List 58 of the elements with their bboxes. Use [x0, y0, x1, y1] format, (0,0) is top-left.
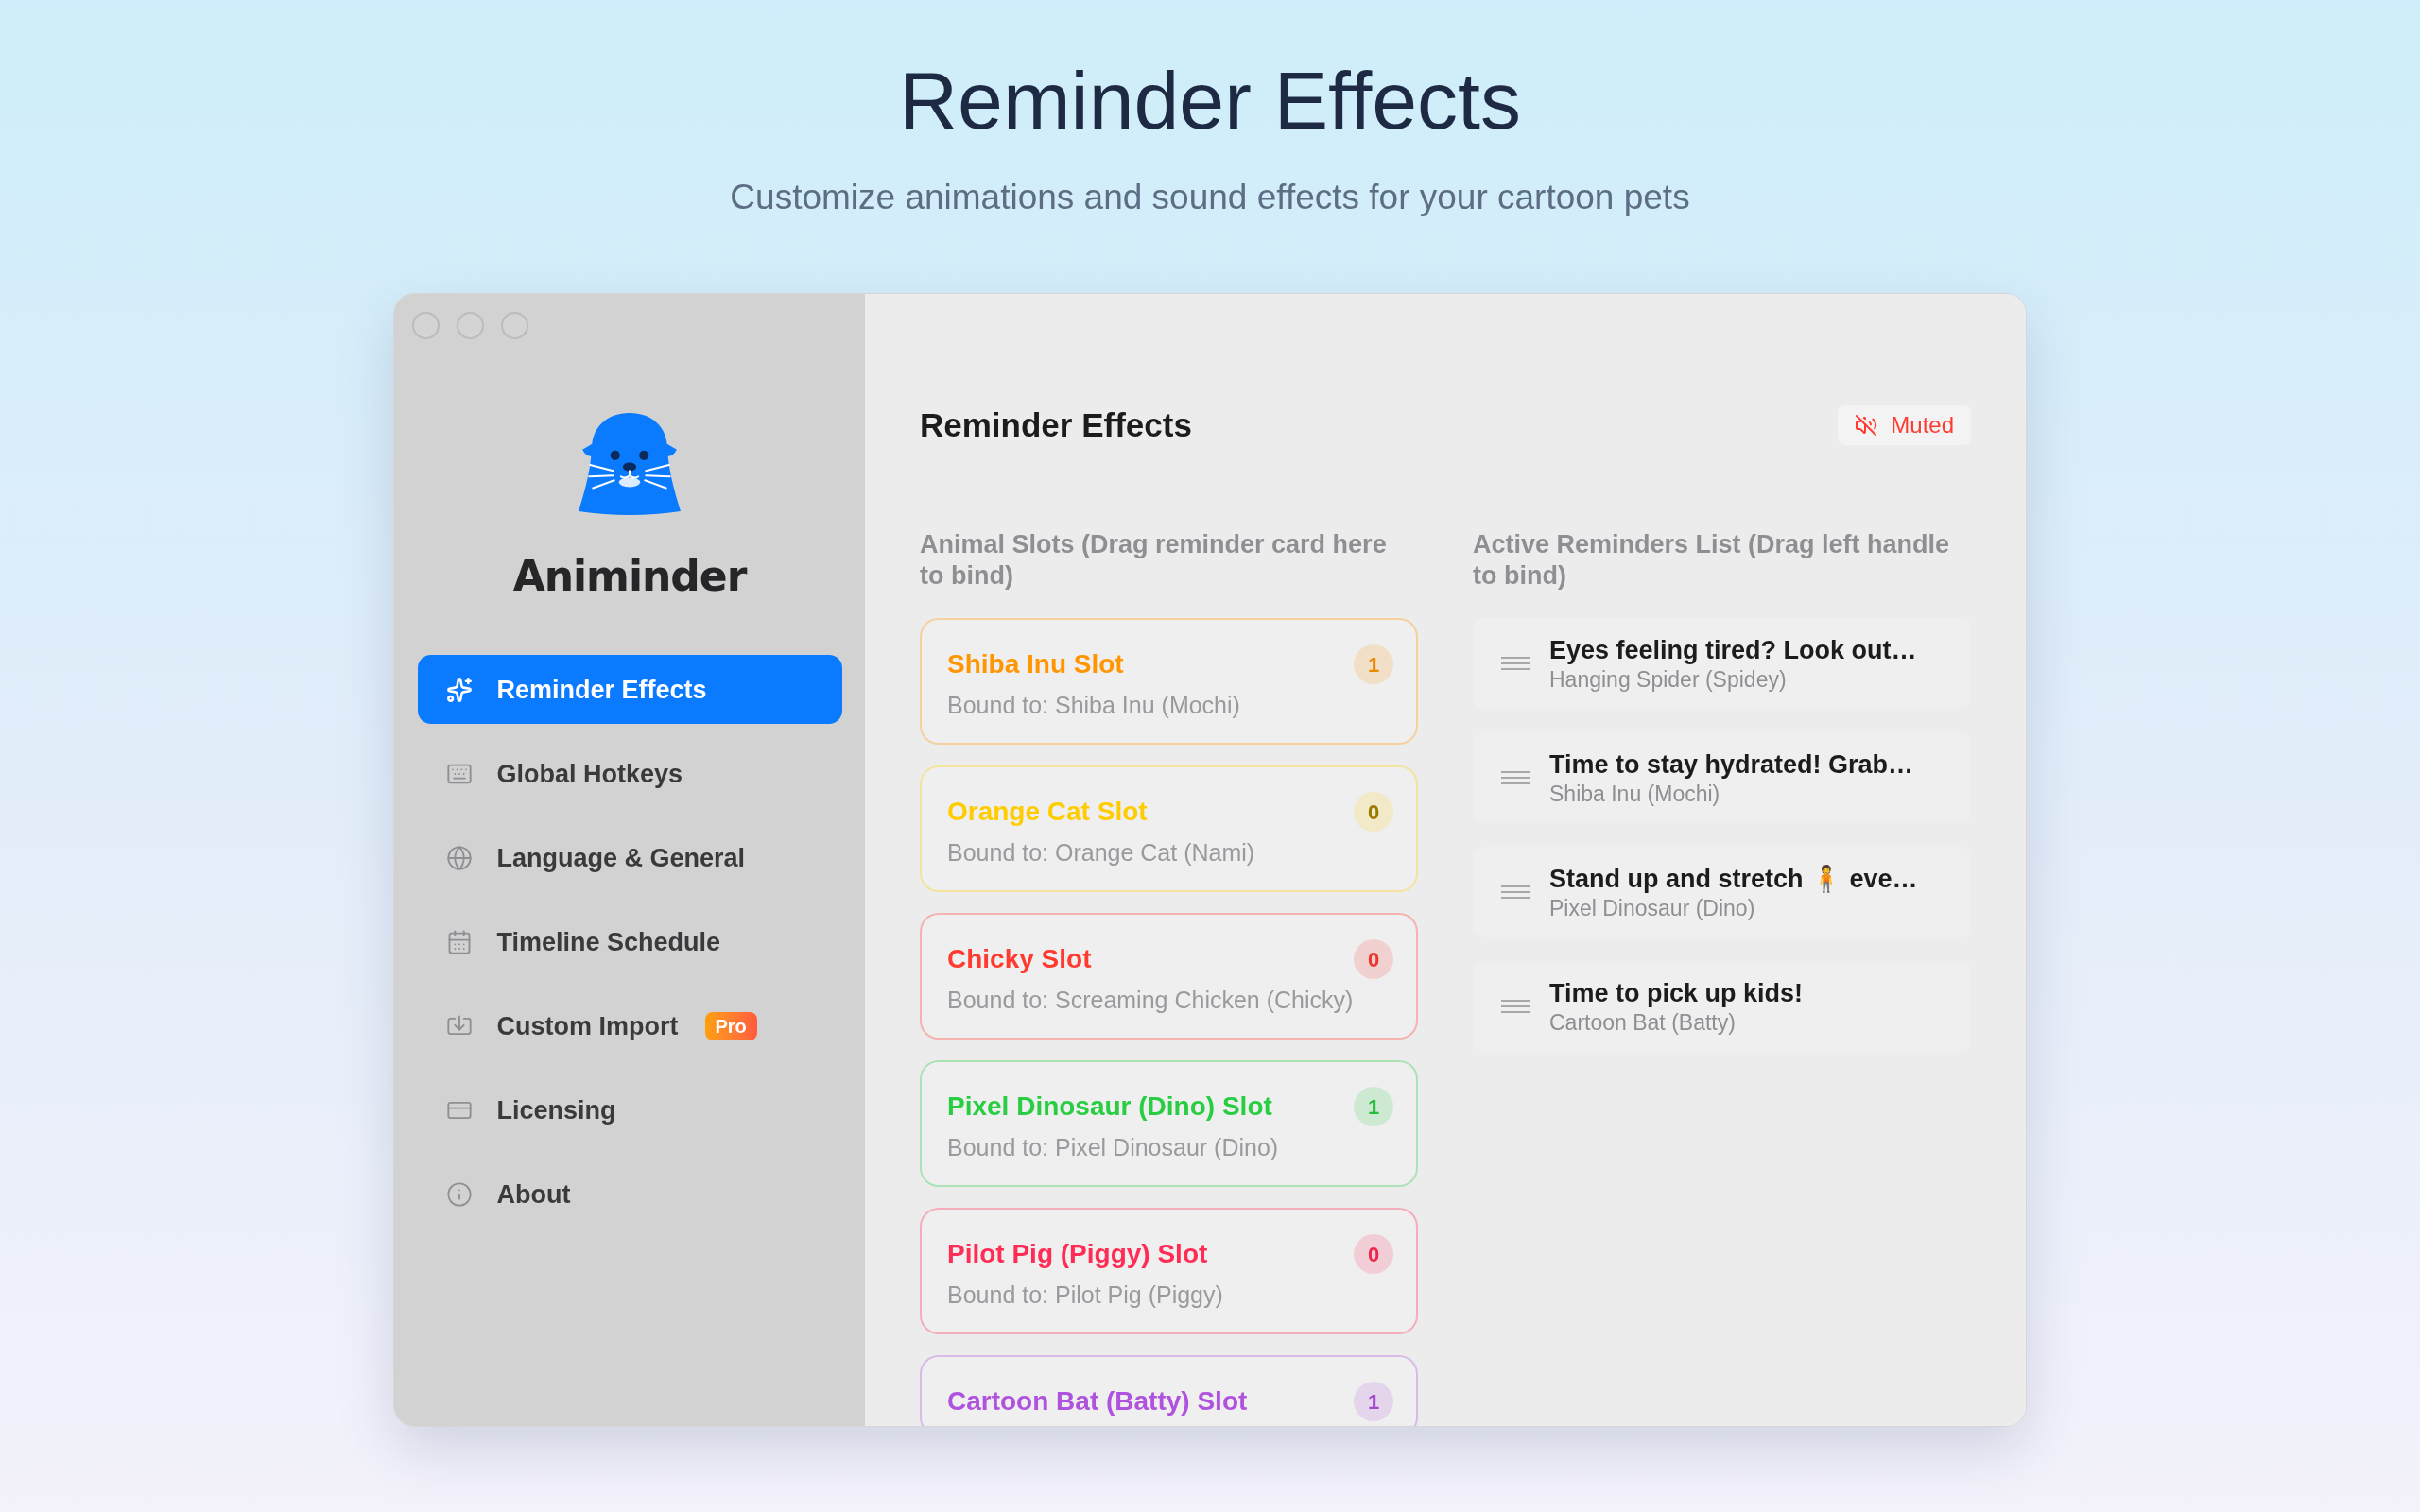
- slot-binding: Bound to: Orange Cat (Nami): [947, 838, 1256, 868]
- count-badge: 1: [1354, 1087, 1393, 1126]
- globe-icon: [445, 844, 473, 871]
- slot-name: Shiba Inu Slot: [947, 648, 1124, 680]
- speaker-muted-icon: [1855, 414, 1878, 437]
- reminder-title: Time to pick up kids!: [1549, 978, 1804, 1009]
- count-badge: 1: [1354, 644, 1393, 684]
- slot-name: Orange Cat Slot: [947, 796, 1148, 828]
- sidebar-item-label: Global Hotkeys: [496, 758, 683, 790]
- sidebar-item[interactable]: Reminder Effects: [417, 655, 842, 724]
- sidebar-item-label: Licensing: [496, 1094, 616, 1126]
- sidebar-item[interactable]: Custom Import Pro: [417, 991, 842, 1060]
- sparkles-icon: [445, 676, 473, 703]
- reminder-pet: Hanging Spider (Spidey): [1549, 666, 1788, 693]
- sidebar-item-label: Language & General: [496, 842, 746, 874]
- zoom-button[interactable]: [501, 312, 528, 339]
- slot-binding: Bound to: Shiba Inu (Mochi): [947, 691, 1241, 720]
- drag-handle-icon[interactable]: [1501, 657, 1530, 670]
- slot-name: Pilot Pig (Piggy) Slot: [947, 1238, 1208, 1270]
- count-badge: 0: [1354, 939, 1393, 979]
- sidebar-item[interactable]: Language & General: [417, 823, 842, 892]
- column-heading: Animal Slots (Drag reminder card here to bind): [920, 529, 1388, 592]
- slot-name: Chicky Slot: [947, 943, 1092, 975]
- drag-handle-icon[interactable]: [1501, 771, 1530, 784]
- count-badge: 0: [1354, 1234, 1393, 1274]
- app-name: Animinder: [512, 551, 747, 602]
- drag-handle-icon[interactable]: [1501, 885, 1530, 899]
- slot-name: Cartoon Bat (Batty) Slot: [947, 1385, 1248, 1418]
- count-badge: 0: [1354, 792, 1393, 832]
- drag-handle-icon[interactable]: [1501, 1000, 1530, 1013]
- slot-binding: Bound to: Pixel Dinosaur (Dino): [947, 1133, 1280, 1162]
- sidebar-item-label: About: [496, 1178, 571, 1211]
- sidebar-item-label: Reminder Effects: [496, 674, 707, 706]
- sidebar-item[interactable]: Timeline Schedule: [417, 907, 842, 976]
- sidebar-item[interactable]: Licensing: [417, 1075, 842, 1144]
- pro-badge: Pro: [704, 1011, 757, 1040]
- slot-binding: Bound to: Screaming Chicken (Chicky): [947, 986, 1355, 1015]
- count-badge: 1: [1354, 1382, 1393, 1421]
- page-subtitle: Customize animations and sound effects for your cartoon pets: [730, 177, 1690, 218]
- slot-binding: Bound to: Pilot Pig (Piggy): [947, 1280, 1224, 1310]
- column-heading: Active Reminders List (Drag left handle to bind): [1473, 529, 1951, 592]
- reminder-title: Time to stay hydrated! Grab…: [1549, 749, 1914, 781]
- page-title: Reminder Effects: [899, 56, 1521, 145]
- reminder-pet: Pixel Dinosaur (Dino): [1549, 895, 1756, 921]
- sidebar-item-label: Timeline Schedule: [496, 926, 721, 958]
- slot-name: Pixel Dinosaur (Dino) Slot: [947, 1091, 1272, 1123]
- section-title: Reminder Effects: [920, 405, 1192, 445]
- reminder-title: Eyes feeling tired? Look out…: [1549, 635, 1917, 666]
- sidebar-item-label: Custom Import: [496, 1010, 679, 1042]
- reminder-pet: Cartoon Bat (Batty): [1549, 1009, 1737, 1036]
- minimize-button[interactable]: [457, 312, 484, 339]
- sidebar-item[interactable]: About: [417, 1160, 842, 1228]
- reminder-title: Stand up and stretch 🧍 eve…: [1549, 864, 1918, 895]
- slot-card[interactable]: Cartoon Bat (Batty) Slot 1: [920, 1355, 1418, 1426]
- sidebar-item[interactable]: Global Hotkeys: [417, 739, 842, 808]
- info-icon: [445, 1180, 473, 1208]
- reminder-pet: Shiba Inu (Mochi): [1549, 781, 1721, 807]
- close-button[interactable]: [412, 312, 440, 339]
